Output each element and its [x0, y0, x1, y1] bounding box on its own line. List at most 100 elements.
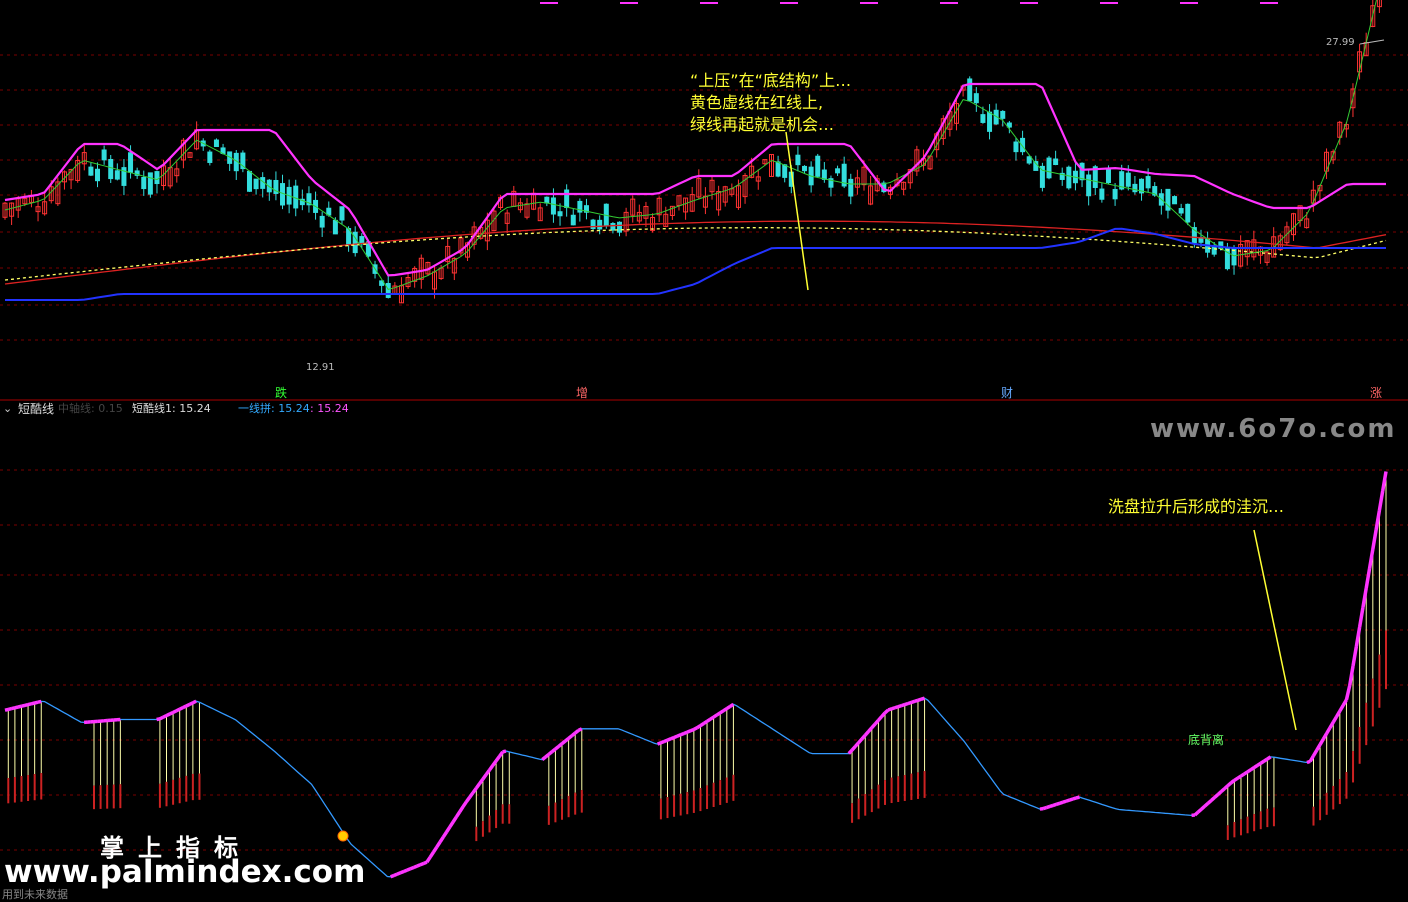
oscillator-rise-266: [877, 715, 884, 722]
oscillator-rise-381: [1256, 761, 1262, 767]
oscillator-rise-6: [21, 703, 26, 708]
oscillator-rise-382: [1259, 759, 1266, 765]
oscillator-rise-48: [159, 715, 164, 721]
oscillator-rise-146: [481, 773, 488, 781]
oscillator-rise-377: [1243, 770, 1249, 776]
oscillator-rise-4: [14, 705, 19, 710]
oscillator-rise-265: [873, 719, 880, 726]
top-dot-marker-0: [540, 2, 558, 4]
oscillator-rise-130: [428, 851, 435, 859]
oscillator-rise-370: [1220, 787, 1226, 793]
oscillator-rise-133: [438, 835, 445, 843]
candle-body-90: [597, 219, 603, 230]
oscillator-rise-402: [1325, 726, 1332, 735]
oscillator-rise-201: [663, 738, 669, 744]
candle-body-149: [987, 111, 993, 132]
oscillator-rise-257: [847, 748, 854, 755]
oscillator-rise-321: [1059, 800, 1064, 805]
oscillator-rise-55: [182, 704, 188, 710]
candle-body-83: [550, 197, 556, 215]
candle-body-178: [1178, 208, 1184, 214]
oscillator-rise-52: [172, 709, 178, 714]
oscillator-rise-212: [699, 722, 705, 728]
candle-body-118: [782, 164, 788, 178]
candle-body-13: [88, 166, 94, 176]
oscillator-rise-260: [857, 737, 864, 744]
oscillator-rise-170: [560, 739, 567, 746]
indicator-value-2-extra: : 15.24: [310, 402, 349, 415]
candle-body-117: [775, 161, 781, 177]
oscillator-rise-58: [192, 699, 197, 705]
oscillator-rise-150: [494, 755, 501, 762]
oscillator-rise-416: [1371, 529, 1378, 550]
oscillator-rise-211: [696, 724, 702, 730]
oscillator-rise-10: [34, 700, 39, 705]
top-dot-marker-5: [940, 2, 958, 4]
chevron-down-icon[interactable]: ⌄: [3, 402, 12, 416]
annotation-top-line-2: 黄色虚线在红线上,: [690, 93, 824, 112]
candle-body-126: [835, 168, 841, 174]
candle-body-120: [795, 154, 801, 166]
candle-body-146: [967, 78, 973, 102]
oscillator-rise-134: [441, 830, 449, 838]
oscillator-rise-378: [1246, 768, 1252, 774]
oscillator-rise-173: [570, 731, 577, 738]
candle-body-161: [1066, 166, 1072, 189]
oscillator-rise-49: [162, 714, 168, 719]
red-moving-average: [4, 220, 1387, 285]
candle-body-123: [815, 155, 821, 177]
candle-body-151: [1000, 110, 1006, 119]
oscillator-rise-11: [37, 699, 42, 704]
watermark-url: www.palmindex.com: [4, 854, 366, 890]
oscillator-rise-126: [416, 863, 421, 868]
oscillator-rise-199: [656, 741, 662, 746]
price-high-pointer: [1359, 39, 1385, 45]
buy-signal-dot: [337, 830, 349, 842]
oscillator-rise-119: [393, 872, 398, 878]
candle-body-15: [101, 149, 107, 161]
oscillator-rise-324: [1069, 797, 1074, 802]
candle-body-38: [253, 178, 259, 190]
oscillator-rise-372: [1226, 781, 1233, 788]
indicator-value-2: 一线拼: 15.24: [238, 402, 310, 415]
oscillator-rise-375: [1236, 774, 1242, 780]
oscillator-rise-410: [1351, 646, 1359, 667]
oscillator-rise-207: [683, 730, 688, 736]
oscillator-rise-221: [729, 702, 735, 708]
marker-cai-text: 财: [1001, 386, 1014, 400]
oscillator-rise-218: [719, 709, 725, 715]
oscillator-rise-5: [17, 704, 22, 709]
top-dot-marker-3: [780, 2, 798, 4]
oscillator-rise-1: [4, 707, 9, 712]
oscillator-rise-137: [451, 815, 459, 823]
oscillator-rise-169: [557, 742, 564, 748]
oscillator-rise-325: [1072, 796, 1077, 801]
oscillator-rise-203: [670, 735, 675, 741]
candle-body-148: [980, 114, 986, 123]
candle-body-14: [95, 168, 101, 182]
oscillator-rise-57: [188, 701, 194, 706]
marker-zhang-text: 涨: [1370, 386, 1383, 400]
candle-body-124: [821, 169, 827, 180]
oscillator-rise-118: [389, 873, 395, 879]
oscillator-line: [4, 471, 1387, 878]
oscillator-rise-206: [680, 731, 685, 737]
oscillator-rise-369: [1216, 790, 1223, 796]
oscillator-rise-139: [458, 805, 465, 813]
oscillator-rise-261: [860, 734, 867, 741]
oscillator-rise-128: [422, 860, 428, 866]
oscillator-rise-368: [1213, 793, 1220, 799]
oscillator-rise-272: [897, 703, 903, 709]
oscillator-rise-406: [1338, 704, 1345, 712]
oscillator-rise-152: [502, 749, 507, 754]
oscillator-rise-259: [854, 741, 860, 748]
top-dot-marker-4: [860, 2, 878, 4]
oscillator-rise-279: [920, 696, 926, 701]
oscillator-rise-396: [1306, 759, 1311, 765]
candle-body-23: [154, 171, 160, 185]
oscillator-rise-318: [1049, 803, 1054, 809]
oscillator-rise-384: [1266, 755, 1272, 761]
oscillator-rise-383: [1263, 757, 1269, 763]
oscillator-rise-273: [900, 702, 906, 708]
oscillator-rise-129: [425, 856, 432, 864]
